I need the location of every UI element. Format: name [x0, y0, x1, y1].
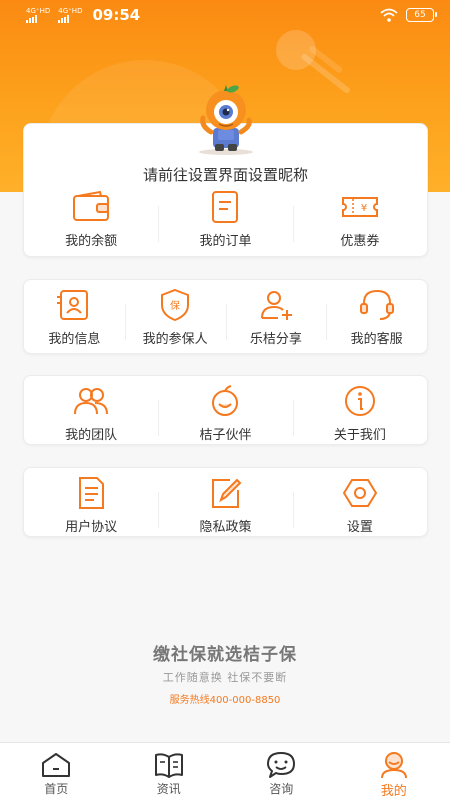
my-info-label: 我的信息 [48, 332, 101, 347]
svg-text:保: 保 [170, 299, 180, 312]
signal-indicator: 4G⁺HD [26, 6, 51, 23]
tab-news[interactable]: 资讯 [113, 743, 226, 800]
customer-service-label: 我的客服 [350, 332, 403, 347]
orders-button[interactable]: 我的订单 [158, 190, 292, 249]
shield-icon: 保 [161, 288, 190, 322]
profile-icon [380, 752, 407, 779]
settings-icon [342, 479, 377, 507]
about-us-button[interactable]: 关于我们 [292, 384, 427, 443]
my-team-label: 我的团队 [65, 428, 118, 443]
avatar[interactable] [191, 82, 261, 156]
edit-icon [212, 478, 242, 508]
user-add-icon [260, 291, 292, 320]
balance-label: 我的余额 [65, 234, 118, 249]
tab-home[interactable]: 首页 [0, 743, 113, 800]
signal-label: 4G⁺HD [58, 6, 83, 15]
document-icon [79, 477, 105, 509]
signal-icon [26, 14, 50, 23]
user-agreement-label: 用户协议 [65, 520, 118, 535]
insured-persons-label: 我的参保人 [142, 332, 208, 347]
signal-indicator-2: 4G⁺HD [58, 6, 83, 23]
profile-shortcuts: 我的余额 我的订单 ¥ 优惠券 [24, 190, 427, 249]
orders-label: 我的订单 [199, 234, 252, 249]
tab-consult[interactable]: 咨询 [225, 743, 338, 800]
menu-group-settings: 用户协议 隐私政策 设置 [23, 467, 428, 537]
share-button[interactable]: 乐桔分享 [225, 288, 327, 347]
wifi-icon [380, 8, 398, 22]
signal-label: 4G⁺HD [26, 6, 51, 15]
news-icon [154, 753, 183, 778]
share-label: 乐桔分享 [249, 332, 302, 347]
order-icon [212, 191, 239, 223]
coupon-icon: ¥ [341, 197, 378, 217]
status-time: 09:54 [92, 6, 141, 24]
tab-mine-label: 我的 [380, 784, 407, 799]
my-info-button[interactable]: 我的信息 [24, 288, 125, 347]
service-hotline[interactable]: 服务热线400-000-8850 [0, 691, 450, 706]
tab-news-label: 资讯 [156, 782, 181, 796]
tab-mine[interactable]: 我的 [338, 743, 450, 800]
settings-button[interactable]: 设置 [292, 476, 427, 535]
coupons-label: 优惠券 [340, 234, 380, 249]
chat-icon [267, 752, 296, 778]
orange-icon [212, 385, 239, 416]
svg-text:¥: ¥ [361, 203, 367, 214]
customer-service-button[interactable]: 我的客服 [326, 288, 427, 347]
id-card-icon [57, 290, 89, 320]
promo-subtitle: 工作随意换 社保不要断 [162, 671, 288, 684]
promo-section: 缴社保就选桔子保 工作随意换 社保不要断 服务热线400-000-8850 [0, 640, 450, 706]
promo-title: 缴社保就选桔子保 [153, 645, 297, 665]
settings-label: 设置 [346, 520, 373, 535]
wallet-icon [73, 190, 110, 221]
nickname-prompt[interactable]: 请前往设置界面设置昵称 [24, 164, 427, 185]
bottom-tab-bar: 首页 资讯 咨询 我的 [0, 742, 450, 800]
battery-level: 65 [414, 10, 426, 20]
tab-consult-label: 咨询 [269, 782, 294, 796]
privacy-policy-label: 隐私政策 [199, 520, 252, 535]
balance-button[interactable]: 我的余额 [24, 190, 158, 249]
user-agreement-button[interactable]: 用户协议 [24, 476, 158, 535]
menu-group-account: 我的信息 保 我的参保人 乐桔分享 我的客服 [23, 279, 428, 354]
tab-home-label: 首页 [44, 782, 69, 796]
orange-partner-label: 桔子伙伴 [199, 428, 252, 443]
headset-icon [359, 289, 394, 320]
coupons-button[interactable]: ¥ 优惠券 [292, 190, 427, 249]
team-icon [74, 388, 109, 415]
orange-partner-button[interactable]: 桔子伙伴 [158, 384, 292, 443]
home-icon [42, 753, 71, 777]
menu-group-team: 我的团队 桔子伙伴 关于我们 [23, 375, 428, 445]
status-bar: 4G⁺HD 4G⁺HD 09:54 65 [0, 0, 450, 30]
insured-persons-button[interactable]: 保 我的参保人 [124, 288, 226, 347]
signal-icon [58, 14, 82, 23]
about-us-label: 关于我们 [333, 428, 386, 443]
info-icon [344, 386, 375, 416]
privacy-policy-button[interactable]: 隐私政策 [158, 476, 292, 535]
my-team-button[interactable]: 我的团队 [24, 384, 158, 443]
battery-icon: 65 [406, 8, 437, 22]
